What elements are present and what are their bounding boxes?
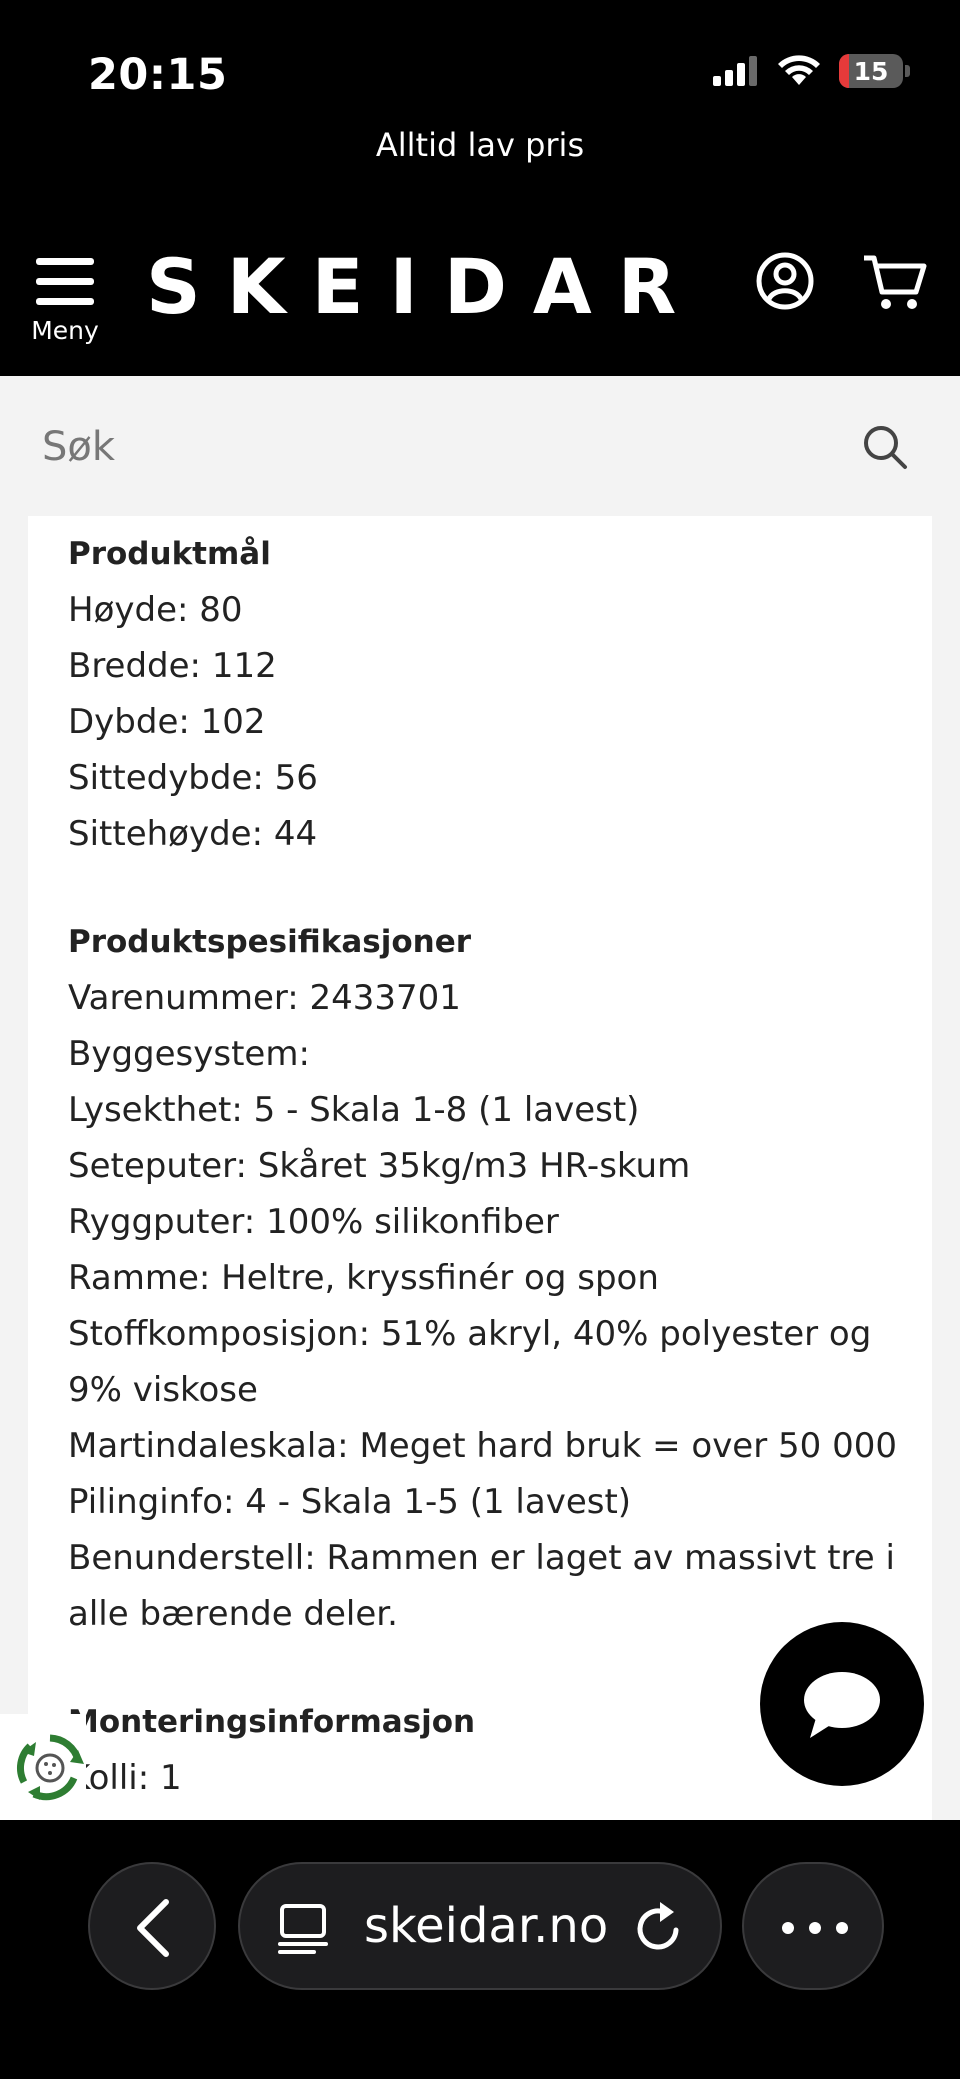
spec-line: Pilinginfo: 4 - Skala 1-5 (1 lavest): [68, 1482, 632, 1522]
browser-toolbar: skeidar.no: [0, 1820, 960, 2079]
cellular-signal-icon: [713, 56, 757, 86]
spec-line: Seteputer: Skåret 35kg/m3 HR-skum: [68, 1146, 691, 1186]
chat-button[interactable]: [760, 1622, 924, 1786]
more-button[interactable]: [742, 1862, 884, 1990]
dimensions-title: Produktmål: [68, 536, 271, 572]
status-bar: 20:15 15: [0, 0, 960, 130]
spec-line: Benunderstell: Rammen er laget av massiv…: [68, 1538, 895, 1634]
search-icon[interactable]: [862, 424, 908, 470]
spec-line: Martindaleskala: Meget hard bruk = over …: [68, 1426, 897, 1466]
reload-icon[interactable]: [632, 1900, 686, 1956]
product-info-content: Produktmål Høyde: 80 Bredde: 112 Dybde: …: [68, 516, 908, 1806]
spec-line: Byggesystem:: [68, 1034, 310, 1074]
back-icon: [137, 1899, 169, 1957]
tabs-icon: [278, 1904, 328, 1954]
back-button[interactable]: [88, 1862, 216, 1990]
battery-tip: [905, 65, 910, 77]
battery-level: 15: [853, 56, 889, 86]
skeidar-logo[interactable]: SKEIDAR: [146, 242, 702, 331]
search-input[interactable]: [40, 416, 824, 478]
dimension-line: Høyde: 80: [68, 590, 243, 630]
product-info-card: Produktmål Høyde: 80 Bredde: 112 Dybde: …: [28, 516, 932, 1820]
status-icons: 15: [713, 54, 910, 88]
menu-button[interactable]: Meny: [28, 258, 102, 345]
chat-bubble-icon: [804, 1672, 880, 1738]
spec-line: Varenummer: 2433701: [68, 978, 461, 1018]
more-icon: [782, 1922, 848, 1934]
address-bar[interactable]: skeidar.no: [238, 1862, 722, 1990]
spec-line: Ramme: Heltre, kryssfinér og spon: [68, 1258, 659, 1298]
spec-line: Lysekthet: 5 - Skala 1-8 (1 lavest): [68, 1090, 640, 1130]
dimension-line: Sittehøyde: 44: [68, 814, 318, 854]
search-bar: [0, 376, 960, 516]
specs-title: Produktspesifikasjoner: [68, 924, 472, 960]
dimension-line: Bredde: 112: [68, 646, 277, 686]
url-text: skeidar.no: [364, 1898, 609, 1954]
site-header: Meny SKEIDAR: [0, 220, 960, 376]
recycle-badge-icon: [17, 1734, 84, 1801]
announcement-banner: Alltid lav pris: [375, 126, 585, 164]
dimension-line: Dybde: 102: [68, 702, 266, 742]
cart-icon[interactable]: [862, 252, 928, 312]
spec-line: Ryggputer: 100% silikonfiber: [68, 1202, 559, 1242]
spec-line: Stoffkomposisjon: 51% akryl, 40% polyest…: [68, 1314, 872, 1410]
status-time: 20:15: [88, 50, 228, 100]
dimension-line: Sittedybde: 56: [68, 758, 318, 798]
eco-badge[interactable]: [0, 1714, 86, 1820]
page-content: Produktmål Høyde: 80 Bredde: 112 Dybde: …: [0, 376, 960, 1820]
menu-icon: [36, 258, 94, 305]
menu-label: Meny: [31, 316, 99, 345]
wifi-icon: [778, 55, 820, 85]
account-icon[interactable]: [756, 252, 814, 310]
battery-icon: 15: [839, 54, 903, 88]
